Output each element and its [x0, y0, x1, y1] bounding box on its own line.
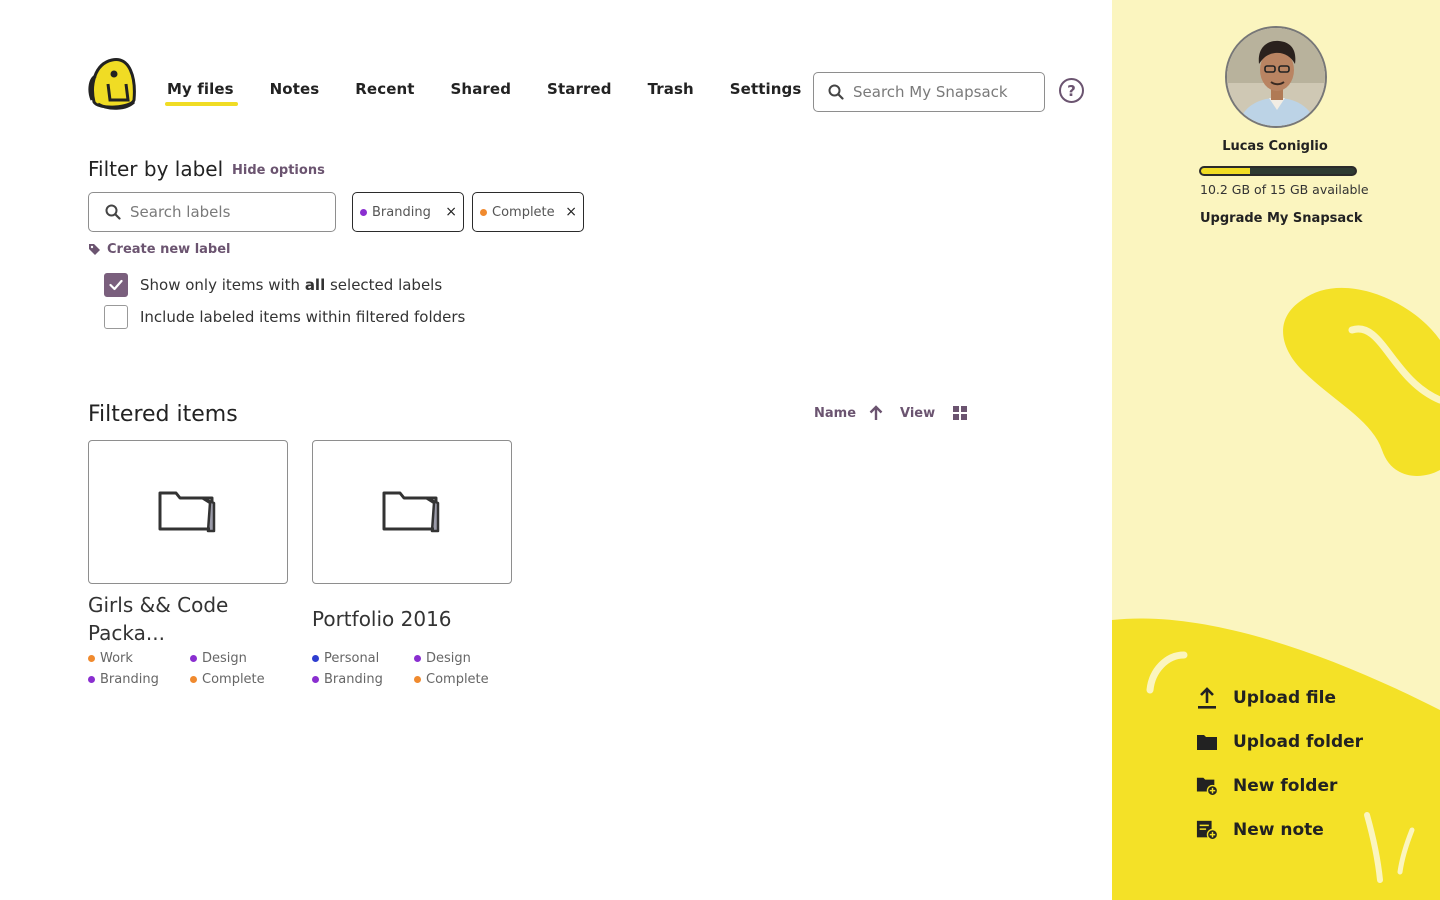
sort-ascending-icon[interactable]	[869, 405, 883, 421]
only-all-labels-option: Show only items with all selected labels	[104, 273, 442, 297]
tag-label: Complete	[202, 672, 265, 687]
avatar-image	[1227, 28, 1325, 126]
tag-label: Work	[100, 651, 133, 666]
folder-icon	[158, 491, 216, 533]
label-color-dot	[480, 208, 487, 216]
include-nested-option: Include labeled items within filtered fo…	[104, 305, 465, 329]
tag-work: Work	[88, 651, 190, 666]
action-label: Upload folder	[1233, 732, 1364, 752]
storage-text: 10.2 GB of 15 GB available	[1200, 182, 1369, 197]
tag-label: Branding	[324, 672, 383, 687]
right-sidebar: Lucas Coniglio 10.2 GB of 15 GB availabl…	[1112, 0, 1440, 900]
main-nav: My files Notes Recent Shared Starred Tra…	[165, 80, 837, 106]
nav-shared[interactable]: Shared	[451, 80, 512, 98]
tag-design: Design	[414, 651, 516, 666]
tag-design: Design	[190, 651, 292, 666]
item-tags: Work Design Branding Complete	[88, 651, 298, 687]
upload-file-button[interactable]: Upload file	[1196, 687, 1336, 709]
remove-chip-icon[interactable]: ×	[565, 204, 577, 220]
upload-icon	[1196, 687, 1218, 709]
item-title[interactable]: Portfolio 2016	[312, 605, 512, 633]
backpack-logo-icon	[88, 58, 136, 110]
user-name: Lucas Coniglio	[1222, 139, 1328, 154]
folder-card[interactable]	[88, 440, 288, 584]
storage-progress-bar	[1199, 166, 1357, 176]
search-icon	[828, 84, 844, 100]
tag-branding: Branding	[312, 672, 414, 687]
checkmark-icon	[109, 279, 123, 291]
folder-icon	[1196, 731, 1218, 753]
grid-view-icon[interactable]	[952, 405, 968, 421]
tag-complete: Complete	[190, 672, 292, 687]
tag-icon	[89, 244, 100, 255]
new-note-icon	[1196, 819, 1218, 841]
tag-dot	[88, 676, 95, 683]
filter-title: Filter by label	[88, 157, 224, 181]
action-label: Upload file	[1233, 688, 1336, 708]
tag-label: Design	[202, 651, 247, 666]
label-color-dot	[360, 208, 367, 216]
global-search	[813, 72, 1045, 112]
tag-complete: Complete	[414, 672, 516, 687]
option-text-prefix: Show only items with	[140, 276, 305, 294]
create-label-text: Create new label	[107, 242, 231, 257]
tag-dot	[414, 676, 421, 683]
only-all-labels-checkbox[interactable]	[104, 273, 128, 297]
only-all-labels-text: Show only items with all selected labels	[140, 276, 442, 294]
global-search-input[interactable]	[853, 83, 1023, 101]
option-text-suffix: selected labels	[325, 276, 443, 294]
label-chip-branding: Branding ×	[352, 192, 464, 232]
option-text-bold: all	[304, 276, 326, 294]
tag-label: Personal	[324, 651, 380, 666]
nav-recent[interactable]: Recent	[355, 80, 414, 98]
action-label: New folder	[1233, 776, 1338, 796]
tag-branding: Branding	[88, 672, 190, 687]
chip-label: Complete	[492, 204, 555, 220]
nav-notes[interactable]: Notes	[270, 80, 320, 98]
view-toggle[interactable]: View	[900, 406, 935, 421]
include-nested-text: Include labeled items within filtered fo…	[140, 308, 466, 326]
tag-personal: Personal	[312, 651, 414, 666]
storage-progress-fill	[1201, 168, 1251, 174]
new-note-button[interactable]: New note	[1196, 819, 1324, 841]
item-tags: Personal Design Branding Complete	[312, 651, 522, 687]
sort-view-controls: Name View	[814, 405, 968, 421]
user-avatar[interactable]	[1225, 26, 1327, 128]
label-search-input[interactable]	[130, 203, 300, 221]
new-folder-button[interactable]: New folder	[1196, 775, 1337, 797]
decorative-shapes	[1112, 287, 1440, 900]
new-folder-icon	[1196, 775, 1218, 797]
tag-label: Complete	[426, 672, 489, 687]
remove-chip-icon[interactable]: ×	[445, 204, 457, 220]
search-icon	[105, 204, 121, 220]
filtered-items-title: Filtered items	[88, 402, 238, 427]
sort-by-name[interactable]: Name	[814, 406, 856, 421]
action-label: New note	[1233, 820, 1324, 840]
folder-card[interactable]	[312, 440, 512, 584]
help-icon[interactable]: ?	[1059, 78, 1084, 103]
snapsack-logo[interactable]	[88, 56, 138, 110]
tag-dot	[190, 676, 197, 683]
chip-label: Branding	[372, 204, 431, 220]
tag-label: Design	[426, 651, 471, 666]
folder-icon	[382, 491, 440, 533]
nav-starred[interactable]: Starred	[547, 80, 612, 98]
tag-dot	[414, 655, 421, 662]
nav-settings[interactable]: Settings	[730, 80, 802, 98]
label-chip-complete: Complete ×	[472, 192, 584, 232]
item-title[interactable]: Girls && Code Packa...	[88, 591, 288, 647]
label-search	[88, 192, 336, 232]
nav-my-files[interactable]: My files	[165, 80, 238, 106]
hide-options-link[interactable]: Hide options	[232, 163, 325, 178]
tag-dot	[312, 676, 319, 683]
include-nested-checkbox[interactable]	[104, 305, 128, 329]
nav-trash[interactable]: Trash	[648, 80, 694, 98]
create-label-link[interactable]: Create new label	[88, 242, 231, 257]
tag-dot	[312, 655, 319, 662]
tag-label: Branding	[100, 672, 159, 687]
tag-dot	[190, 655, 197, 662]
tag-dot	[88, 655, 95, 662]
upload-folder-button[interactable]: Upload folder	[1196, 731, 1363, 753]
upgrade-link[interactable]: Upgrade My Snapsack	[1200, 211, 1363, 226]
